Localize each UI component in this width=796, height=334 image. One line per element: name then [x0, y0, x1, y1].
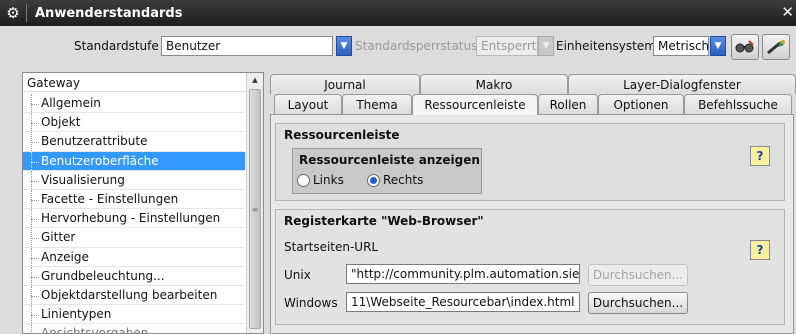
startseiten-url-label: Startseiten-URL [284, 240, 379, 254]
tab-makro[interactable]: Makro [420, 74, 568, 94]
tab-row-top: Journal Makro Layer-Dialogfenster [270, 74, 796, 94]
ressourcenleiste-title: Ressourcenleiste [284, 128, 400, 142]
scroll-thumb[interactable]: ≡ [249, 89, 261, 329]
tree-item-hervorhebung-einstellungen[interactable]: Hervorhebung - Einstellungen [23, 209, 245, 229]
tree-list: Allgemein Objekt Benutzerattribute Benut… [23, 94, 245, 333]
tree-item-objekt[interactable]: Objekt [23, 113, 245, 133]
standardstufe-label: Standardstufe [74, 39, 159, 53]
tab-content: Ressourcenleiste Ressourcenleiste anzeig… [270, 114, 794, 334]
tree-item-ansichtsvorgaben[interactable]: Ansichtsvorgaben [23, 324, 245, 333]
tab-row-bottom: Layout Thema Ressourcenleiste Rollen Opt… [270, 94, 796, 115]
load-defaults-button[interactable] [731, 34, 759, 60]
windows-label: Windows [284, 296, 338, 310]
tab-thema[interactable]: Thema [342, 94, 412, 114]
tree-item-benutzerattribute[interactable]: Benutzerattribute [23, 132, 245, 152]
unix-browse-button: Durchsuchen... [588, 264, 688, 286]
title-separator [26, 4, 27, 22]
settings-panel: Journal Makro Layer-Dialogfenster Layout… [270, 72, 796, 334]
tree-item-grundbeleuchtung[interactable]: Grundbeleuchtung... [23, 266, 245, 286]
webbrowser-group: Registerkarte "Web-Browser" Startseiten-… [275, 209, 785, 325]
unix-url-input[interactable]: "http://community.plm.automation.sie [346, 264, 580, 284]
tree-scrollbar[interactable]: ▲ ≡ [246, 73, 263, 333]
help-icon[interactable]: ? [750, 146, 770, 166]
radio-rechts[interactable]: Rechts [367, 173, 423, 187]
standardstufe-dropdown-icon[interactable]: ▼ [336, 36, 352, 56]
unix-label: Unix [284, 268, 311, 282]
tab-befehlssuche[interactable]: Befehlssuche [684, 94, 792, 114]
einheiten-dropdown-icon[interactable]: ▼ [710, 36, 726, 56]
tab-optionen[interactable]: Optionen [598, 94, 684, 114]
title-bar: ⚙ Anwenderstandards ✕ [0, 0, 796, 26]
windows-browse-button[interactable]: Durchsuchen... [588, 292, 688, 314]
tree-item-linientypen[interactable]: Linientypen [23, 305, 245, 325]
ressourcenleiste-group: Ressourcenleiste Ressourcenleiste anzeig… [275, 123, 785, 201]
close-icon[interactable]: ✕ [781, 3, 794, 21]
tree-item-facette-einstellungen[interactable]: Facette - Einstellungen [23, 189, 245, 210]
radio-links-label: Links [313, 173, 344, 187]
tab-ressourcenleiste[interactable]: Ressourcenleiste [412, 94, 538, 115]
webbrowser-title: Registerkarte "Web-Browser" [284, 214, 484, 228]
gear-icon[interactable]: ⚙ [0, 0, 26, 26]
tree-item-anzeige[interactable]: Anzeige [23, 247, 245, 267]
tree-item-allgemein[interactable]: Allgemein [23, 94, 245, 114]
radio-rechts-circle[interactable] [367, 173, 380, 187]
toolbar: Standardstufe Benutzer ▼ Standardsperrst… [0, 26, 796, 64]
radio-links-circle[interactable] [297, 173, 310, 187]
wand-icon [767, 40, 785, 55]
tab-layout[interactable]: Layout [274, 94, 342, 114]
tab-layer-dialogfenster[interactable]: Layer-Dialogfenster [568, 74, 796, 94]
tree-item-benutzeroberflaeche[interactable]: Benutzeroberfläche [23, 151, 245, 171]
einheiten-select[interactable]: Metrisch [653, 36, 709, 56]
apply-defaults-button[interactable] [762, 34, 790, 60]
tree-item-visualisierung[interactable]: Visualisierung [23, 170, 245, 190]
tab-journal[interactable]: Journal [270, 74, 420, 94]
standardstufe-select[interactable]: Benutzer [161, 36, 333, 56]
anzeigen-subgroup: Ressourcenleiste anzeigen Links Rechts [292, 148, 482, 194]
sperrstatus-dropdown-icon: ▼ [538, 36, 554, 56]
windows-url-input[interactable]: 11\Webseite_Resourcebar\index.html [346, 292, 580, 312]
anzeigen-title: Ressourcenleiste anzeigen [299, 153, 480, 167]
help-icon-webbrowser[interactable]: ? [750, 240, 770, 260]
einheiten-label: Einheitensystem [556, 39, 656, 53]
tree-item-objektdarstellung[interactable]: Objektdarstellung bearbeiten [23, 285, 245, 306]
sperrstatus-select: Entsperrt [476, 36, 538, 56]
scroll-up-icon[interactable]: ▲ [247, 73, 263, 87]
category-tree[interactable]: Gateway Allgemein Objekt Benutzerattribu… [22, 72, 264, 334]
radio-rechts-label: Rechts [383, 173, 424, 187]
sperrstatus-label: Standardsperrstatus [355, 39, 478, 53]
tree-item-gitter[interactable]: Gitter [23, 228, 245, 248]
window-title: Anwenderstandards [35, 5, 183, 21]
radio-links[interactable]: Links [297, 173, 344, 187]
tree-root-gateway[interactable]: Gateway [24, 74, 246, 92]
tab-rollen[interactable]: Rollen [538, 94, 598, 114]
glasses-icon [735, 40, 754, 53]
